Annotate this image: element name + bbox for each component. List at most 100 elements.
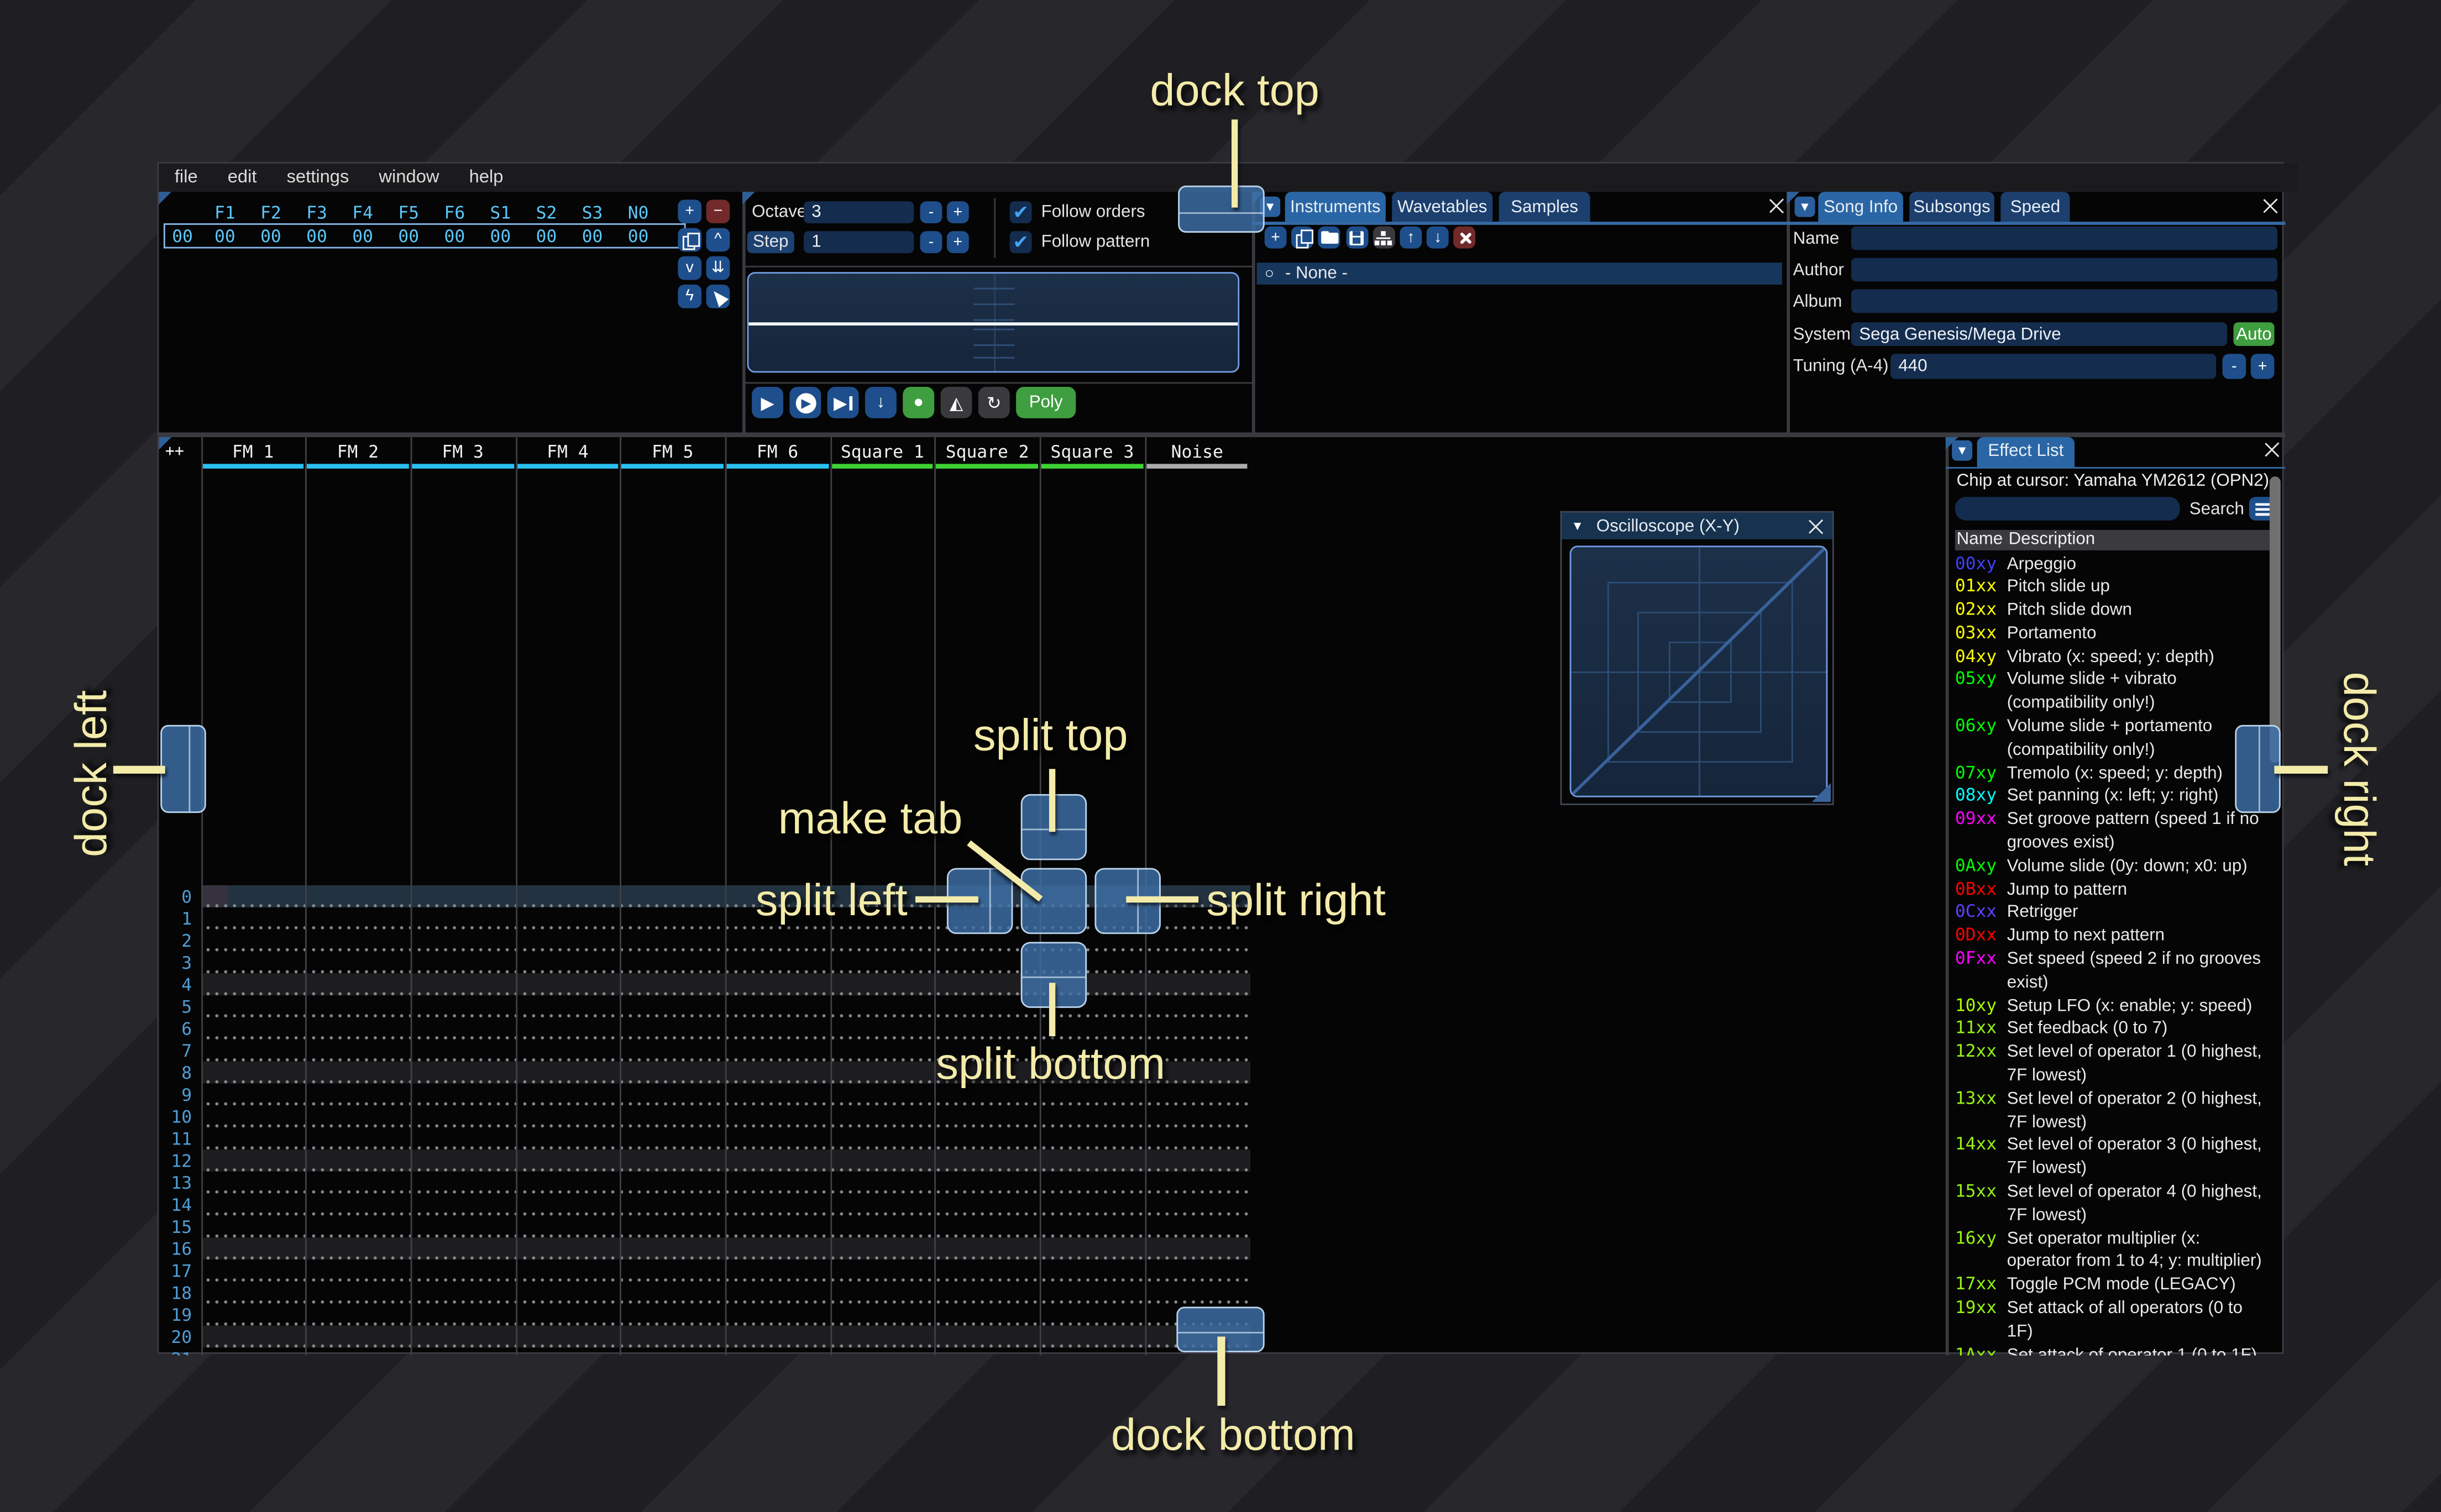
duplicate-order-end-button[interactable]: ⇊ bbox=[706, 256, 730, 280]
add-order-button[interactable]: + bbox=[678, 200, 702, 224]
effect-row-08xy[interactable]: 08xy Set panning (x: left; y: right) bbox=[1955, 785, 2270, 809]
effect-row-03xx[interactable]: 03xx Portamento bbox=[1955, 622, 2270, 645]
tab-instruments[interactable]: Instruments bbox=[1285, 192, 1386, 222]
move-instrument-down-button[interactable]: ↓ bbox=[1427, 226, 1449, 249]
menu-item-window[interactable]: window bbox=[379, 168, 439, 187]
octave-minus-button[interactable]: - bbox=[920, 201, 942, 224]
channel-header-fm-5[interactable]: FM 5 bbox=[620, 441, 725, 461]
tab-speed[interactable]: Speed bbox=[2000, 192, 2070, 222]
name-input[interactable] bbox=[1851, 226, 2278, 250]
remove-order-button[interactable]: − bbox=[706, 200, 730, 224]
order-cell[interactable]: 00 bbox=[344, 227, 381, 247]
channel-header-fm-4[interactable]: FM 4 bbox=[515, 441, 620, 461]
tuning-minus-button[interactable]: - bbox=[2222, 354, 2246, 379]
channel-header-square-3[interactable]: Square 3 bbox=[1040, 441, 1145, 461]
poly-button[interactable]: Poly bbox=[1016, 386, 1076, 418]
dock-target-left[interactable] bbox=[160, 725, 206, 813]
effect-row-11xx[interactable]: 11xx Set feedback (0 to 7) bbox=[1955, 1018, 2270, 1041]
play-button[interactable]: ▶ bbox=[752, 386, 784, 418]
octave-input[interactable]: 3 bbox=[803, 201, 914, 224]
collapse-icon[interactable]: ▼ bbox=[1572, 519, 1584, 533]
add-instrument-button[interactable]: + bbox=[1264, 226, 1287, 249]
auto-system-button[interactable]: Auto bbox=[2233, 322, 2275, 346]
effect-row-05xy[interactable]: 05xy Volume slide + vibrato (compatibilit… bbox=[1955, 669, 2270, 716]
tuning-plus-button[interactable]: + bbox=[2250, 354, 2275, 379]
channel-header-fm-1[interactable]: FM 1 bbox=[201, 441, 306, 461]
effect-row-09xx[interactable]: 09xx Set groove pattern (speed 1 if no gr… bbox=[1955, 809, 2270, 855]
close-icon[interactable] bbox=[2262, 439, 2281, 458]
oscilloscope-xy-window[interactable]: ▼ Oscilloscope (X-Y) bbox=[1560, 511, 1834, 805]
effect-row-01xx[interactable]: 01xx Pitch slide up bbox=[1955, 576, 2270, 599]
effect-row-0Fxx[interactable]: 0Fxx Set speed (speed 2 if no grooves exi… bbox=[1955, 948, 2270, 995]
order-row-index[interactable]: 00 bbox=[165, 227, 200, 247]
step-minus-button[interactable]: - bbox=[920, 231, 942, 254]
tab-wavetables[interactable]: Wavetables bbox=[1392, 192, 1493, 222]
order-cell[interactable]: 00 bbox=[620, 227, 657, 247]
effect-row-06xy[interactable]: 06xy Volume slide + portamento (compatibi… bbox=[1955, 716, 2270, 762]
order-cell[interactable]: 00 bbox=[298, 227, 336, 247]
close-icon[interactable] bbox=[1766, 197, 1785, 216]
effect-row-19xx[interactable]: 19xx Set attack of all operators (0 to 1F… bbox=[1955, 1297, 2270, 1343]
step-plus-button[interactable]: + bbox=[946, 231, 969, 254]
follow-pattern-checkbox[interactable]: ✔ bbox=[1009, 231, 1032, 254]
effect-row-13xx[interactable]: 13xx Set level of operator 2 (0 highest, … bbox=[1955, 1088, 2270, 1135]
follow-pattern-label[interactable]: Follow pattern bbox=[1041, 231, 1150, 253]
tab-song-info[interactable]: Song Info bbox=[1818, 192, 1903, 222]
instrument-folders-button[interactable] bbox=[1373, 226, 1395, 249]
menu-item-settings[interactable]: settings bbox=[287, 168, 349, 187]
effect-row-07xy[interactable]: 07xy Tremolo (x: speed; y: depth) bbox=[1955, 762, 2270, 785]
effect-row-0Axy[interactable]: 0Axy Volume slide (0y: down; x0: up) bbox=[1955, 855, 2270, 878]
order-cell[interactable]: 00 bbox=[436, 227, 473, 247]
tab-subsongs[interactable]: Subsongs bbox=[1909, 192, 1994, 222]
play-row-button[interactable]: ▶ bbox=[827, 386, 859, 418]
follow-orders-checkbox[interactable]: ✔ bbox=[1009, 201, 1032, 224]
orders-value-row[interactable]: 00 00 00 00 00 00 00 00 00 00 00 bbox=[159, 227, 742, 247]
move-instrument-up-button[interactable]: ↑ bbox=[1400, 226, 1422, 249]
order-cell[interactable]: 00 bbox=[390, 227, 427, 247]
move-order-down-button[interactable]: v bbox=[678, 256, 702, 280]
repeat-pattern-button[interactable]: ↻ bbox=[978, 386, 1010, 418]
channel-header-fm-3[interactable]: FM 3 bbox=[410, 441, 515, 461]
close-icon[interactable] bbox=[1806, 517, 1825, 536]
order-cell[interactable]: 00 bbox=[481, 227, 519, 247]
save-instrument-button[interactable] bbox=[1345, 226, 1368, 249]
channel-header-square-1[interactable]: Square 1 bbox=[830, 441, 935, 461]
effect-row-17xx[interactable]: 17xx Toggle PCM mode (LEGACY) bbox=[1955, 1274, 2270, 1297]
author-input[interactable] bbox=[1851, 258, 2278, 282]
channel-header-fm-2[interactable]: FM 2 bbox=[306, 441, 411, 461]
step-input[interactable]: 1 bbox=[803, 231, 914, 254]
panel-separator[interactable] bbox=[159, 432, 2285, 437]
order-edit-mode-button[interactable] bbox=[706, 285, 730, 308]
delete-instrument-button[interactable] bbox=[1454, 226, 1476, 249]
octave-plus-button[interactable]: + bbox=[946, 201, 969, 224]
tuning-input[interactable]: 440 bbox=[1890, 354, 2217, 379]
effect-table-header[interactable]: Name Description bbox=[1955, 529, 2270, 550]
effect-list-scrollbar[interactable] bbox=[2269, 476, 2280, 763]
effect-search-input[interactable] bbox=[1955, 497, 2180, 521]
menu-item-file[interactable]: file bbox=[175, 168, 198, 187]
close-icon[interactable] bbox=[2260, 197, 2279, 216]
channel-header-noise[interactable]: Noise bbox=[1145, 441, 1250, 461]
duplicate-order-button[interactable] bbox=[678, 228, 702, 252]
system-input[interactable]: Sega Genesis/Mega Drive bbox=[1851, 322, 2228, 346]
pattern-corner[interactable]: ++ bbox=[165, 443, 184, 460]
collapse-icon[interactable]: ▼ bbox=[1952, 439, 1973, 460]
metronome-button[interactable]: ◭ bbox=[940, 386, 972, 418]
effect-row-0Bxx[interactable]: 0Bxx Jump to pattern bbox=[1955, 879, 2270, 902]
record-button[interactable]: ● bbox=[903, 386, 935, 418]
effect-row-0Dxx[interactable]: 0Dxx Jump to next pattern bbox=[1955, 925, 2270, 948]
effect-row-14xx[interactable]: 14xx Set level of operator 3 (0 highest, … bbox=[1955, 1135, 2270, 1181]
step-one-row-button[interactable]: ↓ bbox=[865, 386, 897, 418]
effect-row-10xy[interactable]: 10xy Setup LFO (x: enable; y: speed) bbox=[1955, 995, 2270, 1018]
order-cell[interactable]: 00 bbox=[573, 227, 611, 247]
effect-row-15xx[interactable]: 15xx Set level of operator 4 (0 highest, … bbox=[1955, 1181, 2270, 1227]
collapse-icon[interactable]: ▼ bbox=[1794, 196, 1815, 217]
effect-row-1Axx[interactable]: 1Axx Set attack of operator 1 (0 to 1F) bbox=[1955, 1344, 2270, 1355]
effect-row-00xy[interactable]: 00xy Arpeggio bbox=[1955, 553, 2270, 576]
channel-header-square-2[interactable]: Square 2 bbox=[935, 441, 1040, 461]
follow-orders-label[interactable]: Follow orders bbox=[1041, 201, 1145, 223]
channel-header-fm-6[interactable]: FM 6 bbox=[725, 441, 830, 461]
menu-item-edit[interactable]: edit bbox=[228, 168, 257, 187]
move-order-up-button[interactable]: ^ bbox=[706, 228, 730, 252]
resize-grip-icon[interactable] bbox=[1811, 783, 1831, 802]
